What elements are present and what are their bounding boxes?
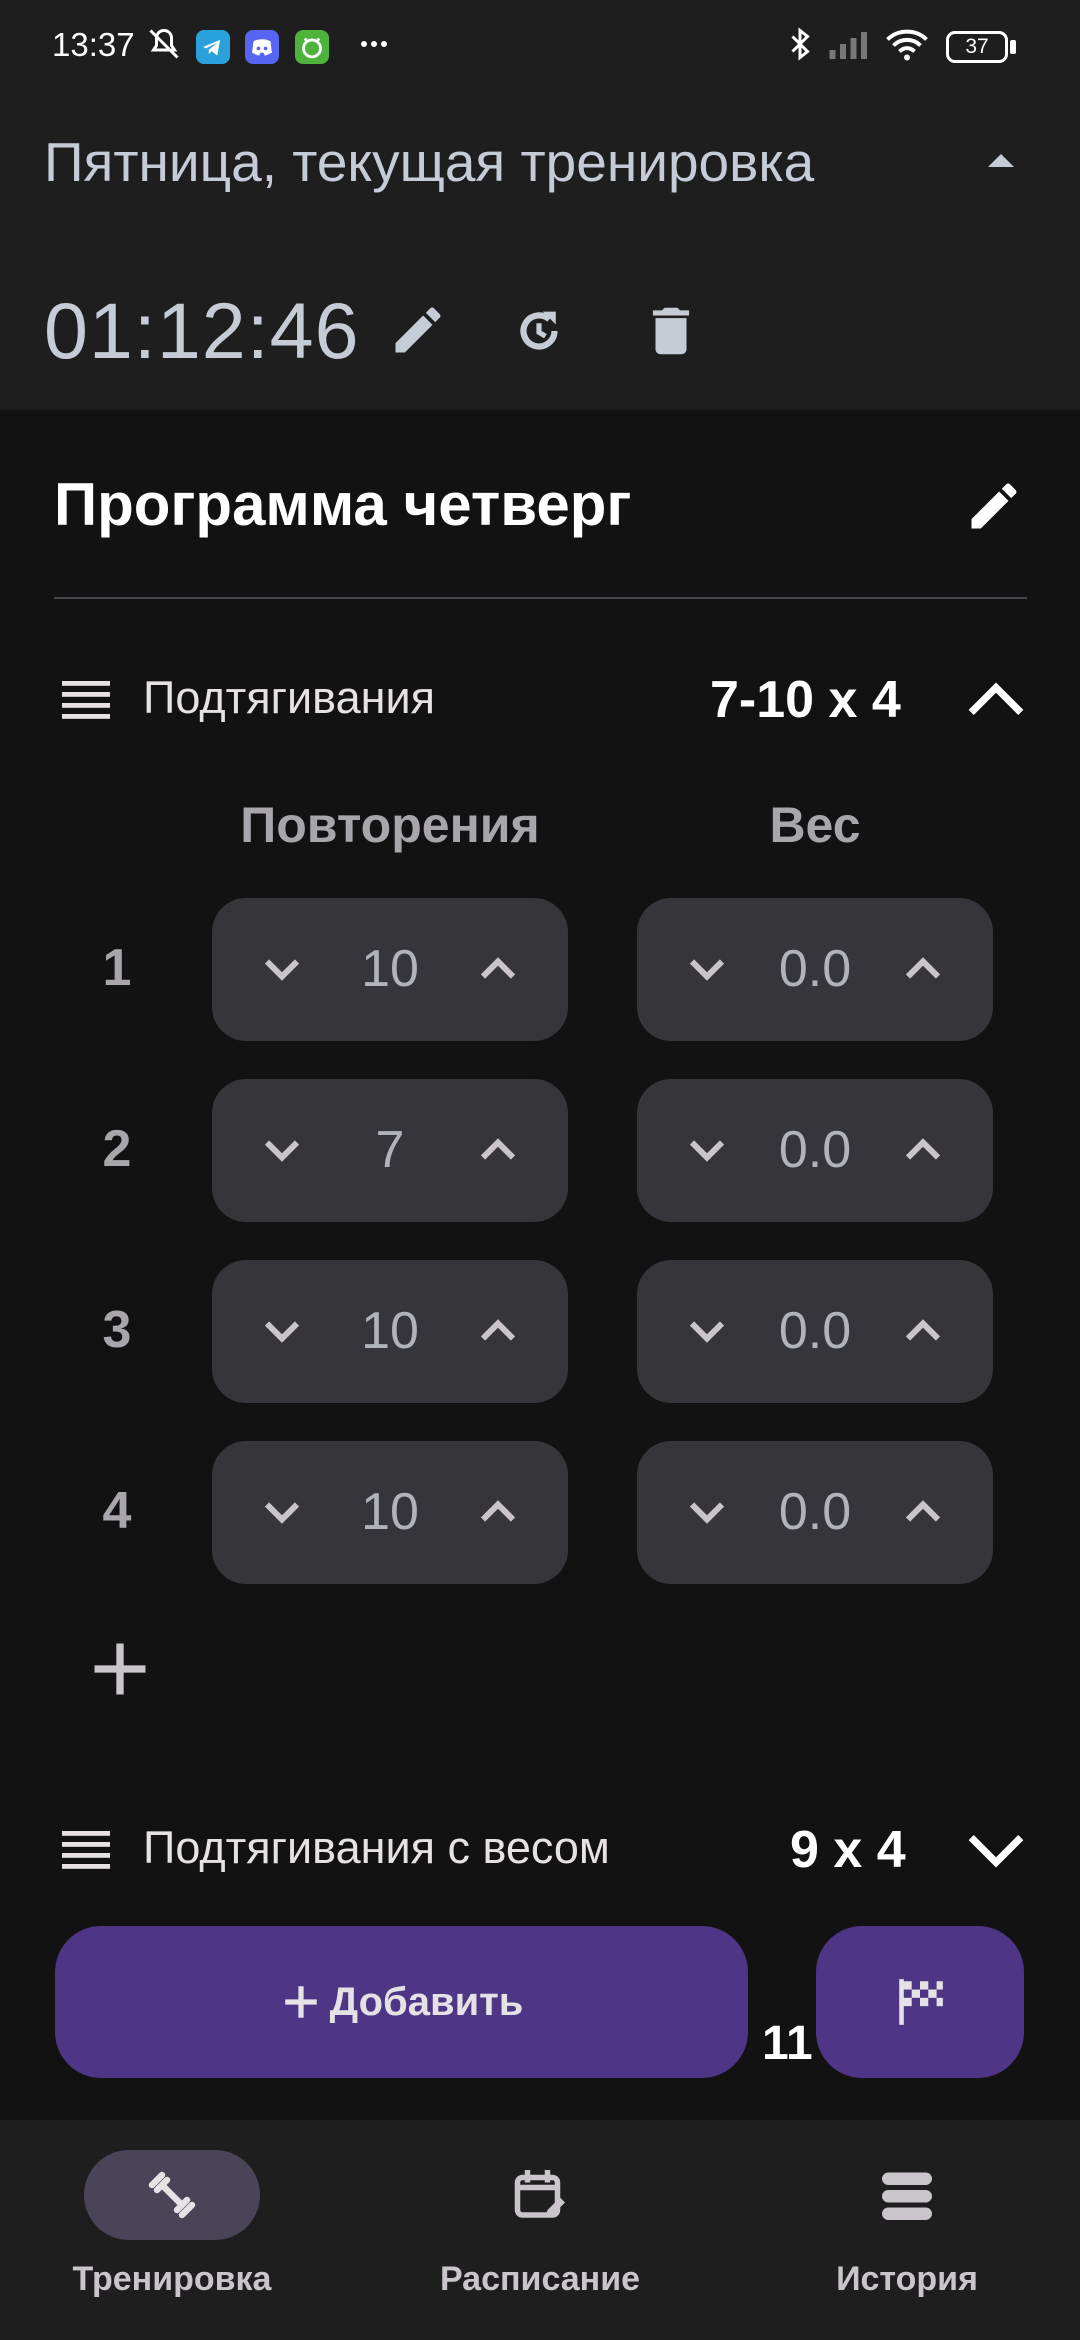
set-number: 2: [102, 1120, 132, 1178]
reps-value[interactable]: 10: [292, 898, 488, 1041]
weight-value[interactable]: 0.0: [717, 1441, 913, 1584]
set-row: 3 10 0.0: [0, 1260, 1080, 1403]
reps-value[interactable]: 10: [292, 1441, 488, 1584]
weight-value[interactable]: 0.0: [717, 898, 913, 1041]
exercise-sets-summary: 7-10 x 4: [710, 671, 901, 729]
set-number: 1: [102, 939, 132, 997]
dumbbell-icon: [148, 2171, 196, 2219]
reps-stepper: 10: [212, 898, 568, 1041]
set-row: 1 10 0.0: [0, 898, 1080, 1041]
discord-icon: [245, 30, 279, 64]
workout-title: Пятница, текущая тренировка: [44, 131, 815, 193]
overlay-number: 11: [762, 2017, 813, 2070]
status-time: 13:37: [52, 26, 135, 63]
battery-level: 37: [965, 35, 989, 58]
workout-timer: 01:12:46: [44, 286, 360, 375]
plus-icon: [284, 1986, 317, 2018]
weight-stepper: 0.0: [637, 1260, 993, 1403]
exercise-sets-summary: 9 x 4: [790, 1821, 906, 1879]
set-number: 4: [102, 1482, 132, 1540]
set-row: 4 10 0.0: [0, 1441, 1080, 1584]
add-set-icon[interactable]: [86, 1635, 154, 1703]
increment-weight-icon[interactable]: [893, 939, 953, 999]
drag-handle-icon[interactable]: [58, 674, 114, 724]
add-exercise-label: Добавить: [329, 1979, 524, 2024]
nav-item-schedule[interactable]: Расписание: [390, 2120, 690, 2340]
weight-stepper: 0.0: [637, 1079, 993, 1222]
program-title: Программа четверг: [54, 471, 632, 538]
checkered-flag-icon: [899, 1979, 943, 2025]
increment-reps-icon[interactable]: [468, 1301, 528, 1361]
increment-reps-icon[interactable]: [468, 1482, 528, 1542]
divider: [54, 597, 1027, 599]
finish-workout-button[interactable]: [816, 1926, 1024, 2078]
reps-stepper: 10: [212, 1441, 568, 1584]
increment-weight-icon[interactable]: [893, 1482, 953, 1542]
increment-weight-icon[interactable]: [893, 1120, 953, 1180]
edit-program-icon[interactable]: [964, 476, 1024, 536]
bluetooth-icon: [791, 27, 810, 61]
exercise-header[interactable]: Подтягивания с весом 9 x 4: [0, 1790, 1080, 1910]
increment-reps-icon[interactable]: [468, 939, 528, 999]
history-list-icon: [882, 2172, 932, 2220]
set-number: 3: [102, 1301, 132, 1359]
exercise-name: Подтягивания с весом: [143, 1822, 610, 1873]
cellular-icon: [829, 32, 867, 59]
battery-icon: 37: [946, 31, 1008, 63]
add-exercise-button[interactable]: Добавить: [55, 1926, 748, 2078]
set-row: 2 7 0.0: [0, 1079, 1080, 1222]
nav-label-history: История: [836, 2260, 978, 2298]
more-icon: [361, 41, 387, 47]
column-header-reps: Повторения: [240, 797, 540, 853]
chevron-down-icon[interactable]: [965, 1828, 1027, 1872]
nav-item-history[interactable]: История: [757, 2120, 1057, 2340]
weight-value[interactable]: 0.0: [717, 1260, 913, 1403]
nav-label-workout: Тренировка: [72, 2260, 272, 2298]
calendar-edit-icon: [514, 2170, 565, 2218]
reps-stepper: 10: [212, 1260, 568, 1403]
reps-value[interactable]: 7: [292, 1079, 488, 1222]
drag-handle-icon[interactable]: [58, 1824, 114, 1874]
column-header-weight: Вес: [769, 797, 861, 853]
nav-label-schedule: Расписание: [439, 2260, 641, 2298]
delete-icon[interactable]: [640, 300, 702, 362]
telegram-icon: [196, 30, 230, 64]
battery-tip: [1010, 40, 1016, 54]
weight-stepper: 0.0: [637, 1441, 993, 1584]
chevron-up-icon[interactable]: [965, 678, 1027, 722]
bell-muted-icon: [149, 28, 179, 59]
reps-value[interactable]: 10: [292, 1260, 488, 1403]
increment-reps-icon[interactable]: [468, 1120, 528, 1180]
wifi-icon: [886, 29, 928, 61]
reps-stepper: 7: [212, 1079, 568, 1222]
exercise-name: Подтягивания: [143, 672, 435, 723]
collapse-header-icon[interactable]: [986, 150, 1016, 170]
exercise-header[interactable]: Подтягивания 7-10 x 4: [0, 640, 1080, 760]
weight-value[interactable]: 0.0: [717, 1079, 913, 1222]
edit-icon[interactable]: [388, 300, 448, 360]
weight-stepper: 0.0: [637, 898, 993, 1041]
app-icon: [295, 30, 329, 64]
increment-weight-icon[interactable]: [893, 1301, 953, 1361]
restart-icon[interactable]: [508, 300, 570, 362]
nav-item-workout[interactable]: Тренировка: [22, 2120, 322, 2340]
